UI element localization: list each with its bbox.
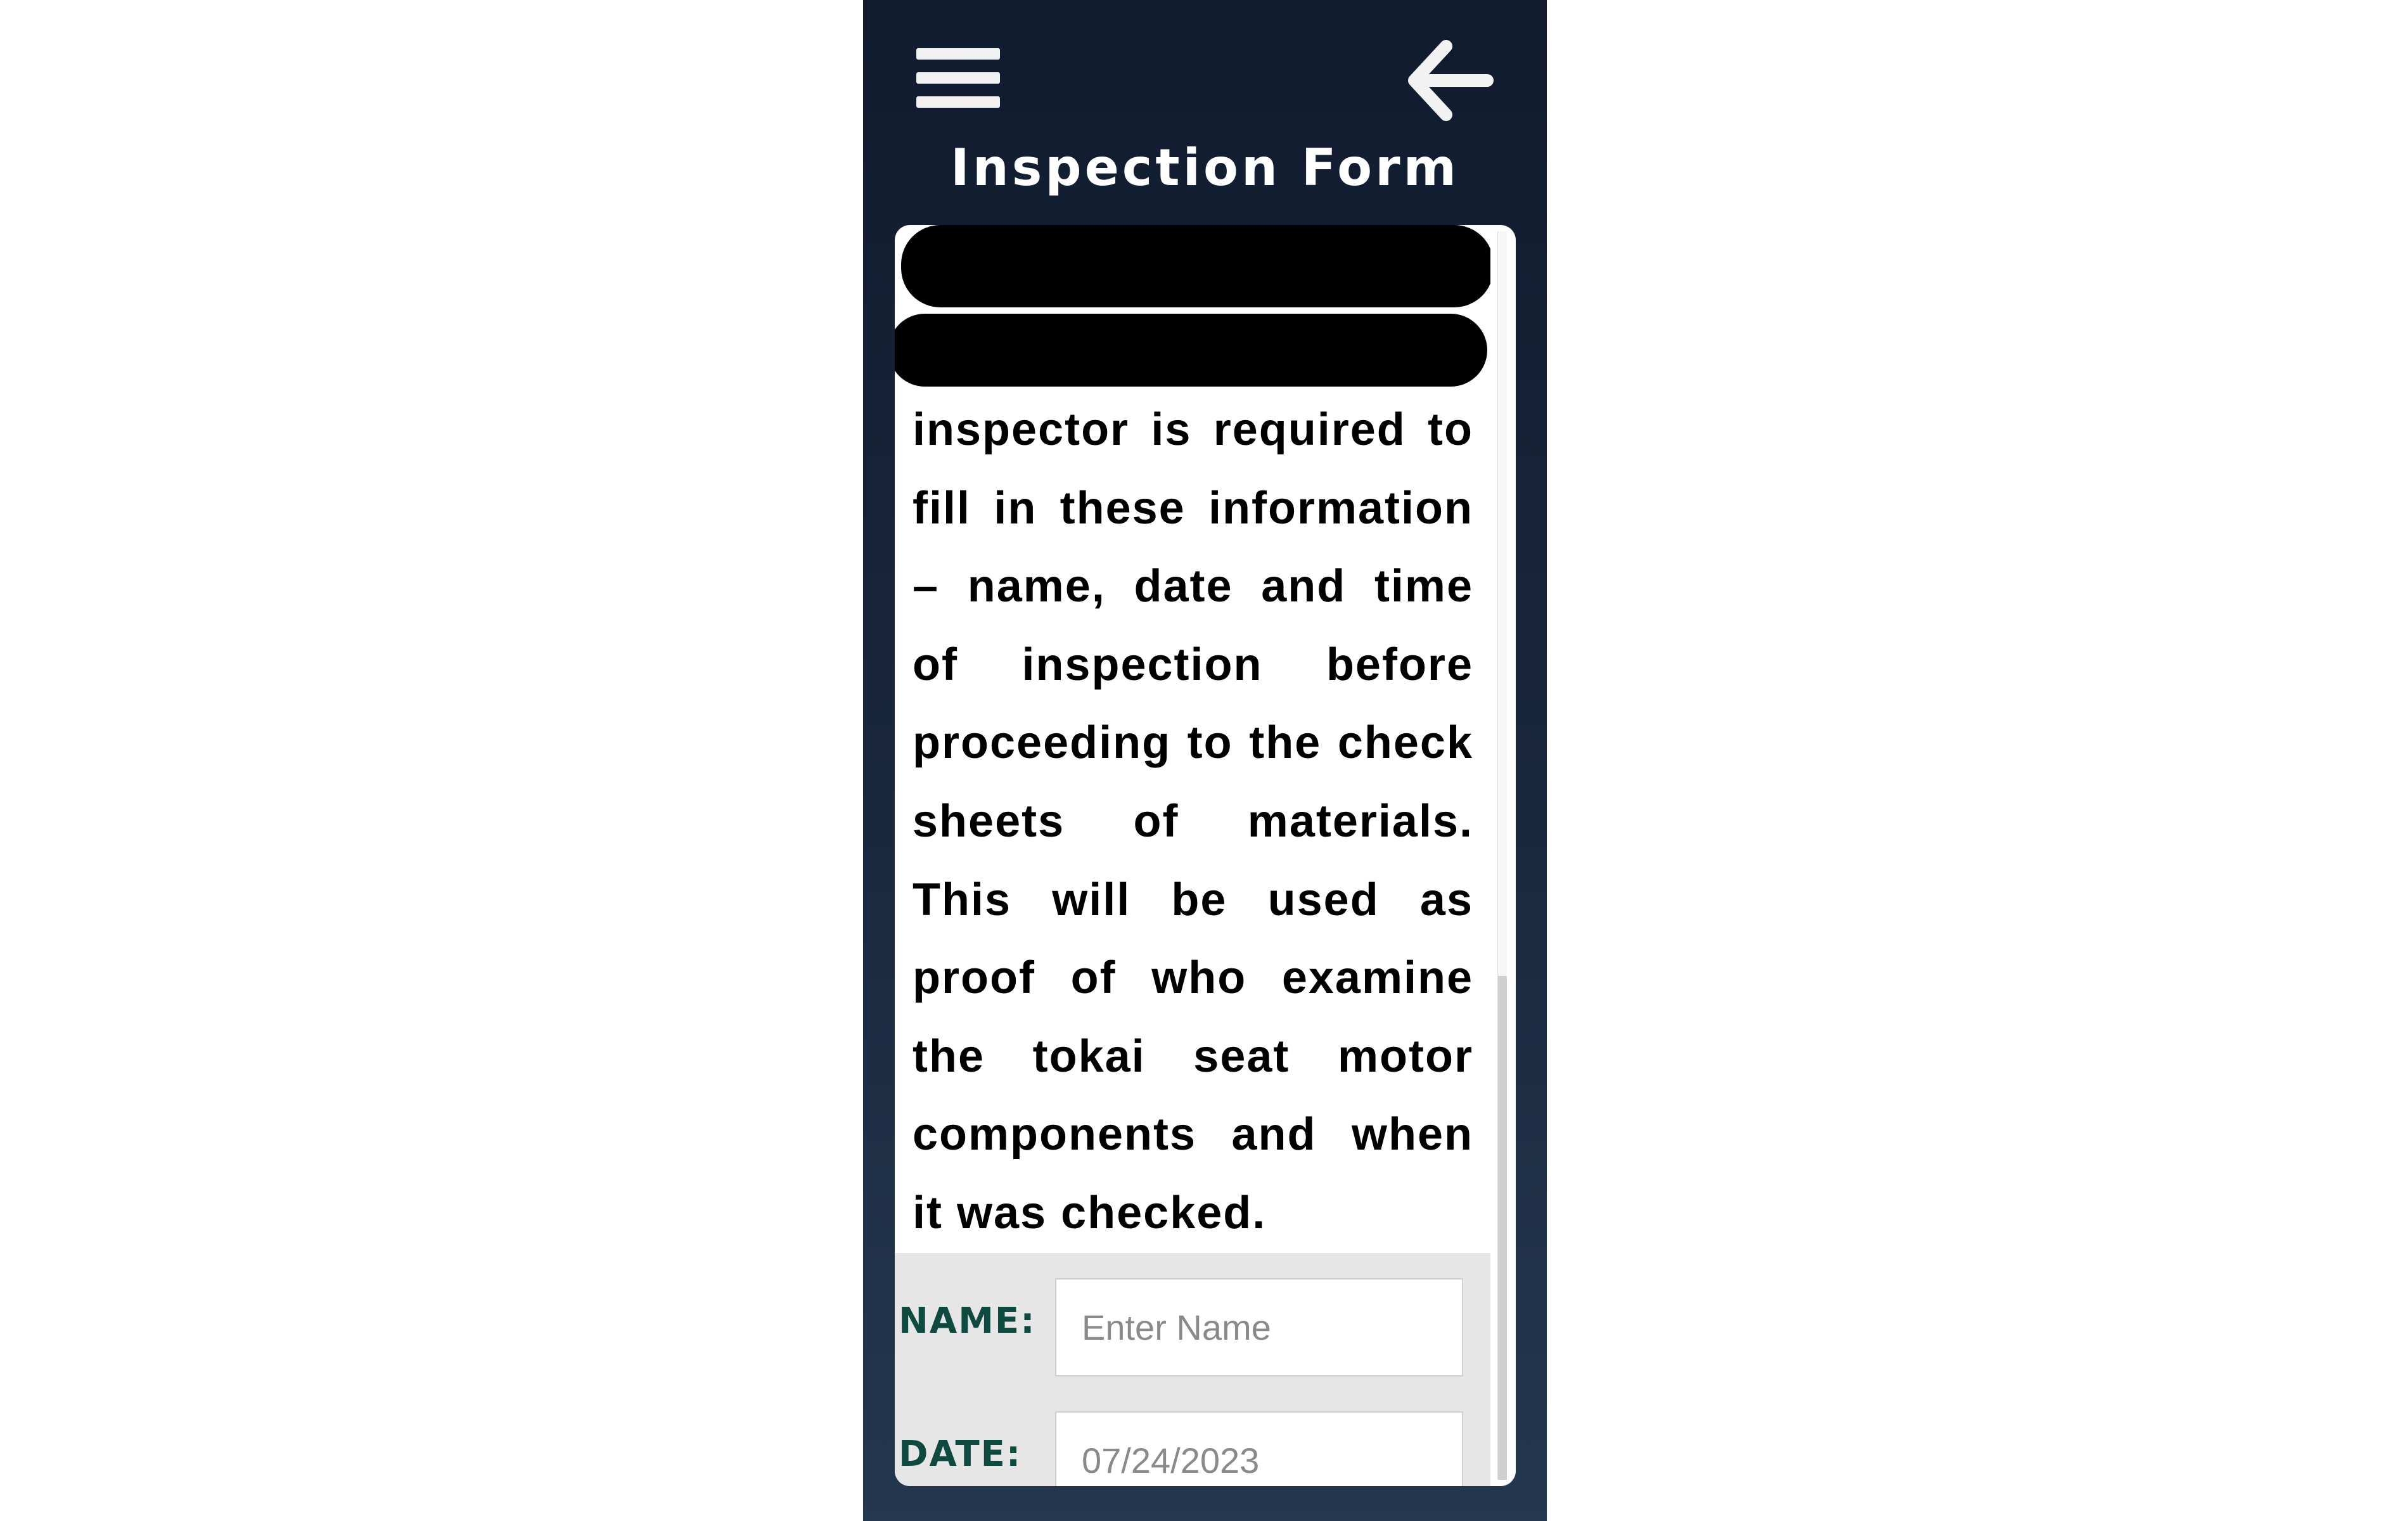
- back-button[interactable]: [1399, 35, 1494, 130]
- instruction-text: inspector is required to fill in these i…: [913, 404, 1473, 1238]
- hamburger-menu-icon: [916, 48, 1000, 60]
- name-label: NAME:: [899, 1300, 1036, 1342]
- hamburger-line: [916, 96, 1000, 108]
- scrollbar-thumb[interactable]: [1498, 976, 1507, 1480]
- hamburger-line: [916, 72, 1000, 84]
- name-input[interactable]: [1055, 1278, 1463, 1377]
- date-label: DATE:: [899, 1434, 1022, 1475]
- redaction-bar: [901, 225, 1490, 307]
- content-card: inspector is required to fill in these i…: [895, 225, 1516, 1486]
- scrollbar[interactable]: [1497, 231, 1507, 1480]
- redaction-bar: [895, 314, 1487, 387]
- arrow-left-icon: [1408, 40, 1494, 121]
- form-panel: NAME: DATE:: [895, 1253, 1490, 1486]
- scroll-content: inspector is required to fill in these i…: [895, 225, 1490, 1486]
- page-title: Inspection Form: [951, 138, 1459, 197]
- date-input[interactable]: [1055, 1411, 1463, 1486]
- app-screen: Inspection Form inspector is required to…: [863, 0, 1547, 1521]
- menu-button[interactable]: [914, 43, 1002, 113]
